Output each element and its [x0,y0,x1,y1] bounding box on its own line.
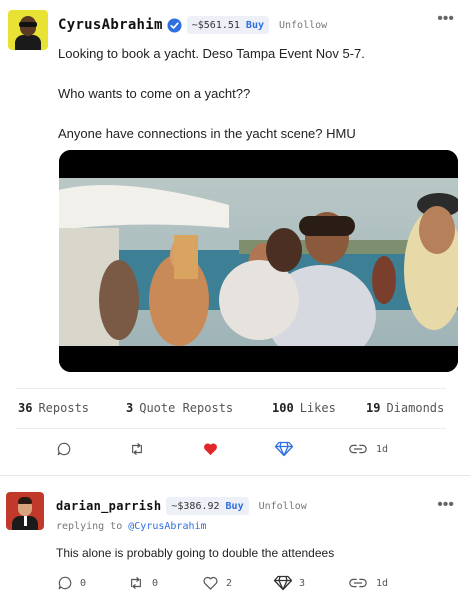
post-time: 1d [376,443,389,455]
more-icon[interactable]: ••• [437,497,454,513]
heart-icon [204,443,217,456]
avatar-shirt [15,35,41,50]
like-button[interactable] [203,442,218,456]
post-header: CyrusAbrahim ~$561.51 Buy Unfollow [58,15,327,35]
quote-reposts-label: Quote Reposts [139,401,234,415]
repost-icon [131,577,141,589]
coin-price-badge[interactable]: ~$561.51 Buy [186,16,269,34]
divider [16,388,446,389]
unfollow-button[interactable]: Unfollow [259,501,307,512]
likes-label: Likes [299,401,336,415]
more-icon[interactable]: ••• [437,11,454,27]
post-body-line: Anyone have connections in the yacht sce… [58,126,356,141]
username[interactable]: CyrusAbrahim [58,17,163,33]
share-button[interactable]: 1d [348,575,388,591]
diamond-button[interactable] [274,441,294,457]
avatar[interactable] [6,492,44,530]
video-frame-image [59,150,458,372]
share-button[interactable]: 1d [348,441,388,457]
quote-reposts-count: 3 [126,401,134,415]
coin-price: ~$386.92 [171,500,220,512]
diamonds-label: Diamonds [386,401,445,415]
diamonds-count: 19 [366,401,381,415]
reply-body: This alone is probably going to double t… [56,546,335,560]
reply-header: darian_parrish ~$386.92 Buy Unfollow [56,496,307,516]
like-count: 2 [226,577,233,589]
comment-icon [58,576,72,590]
unfollow-button[interactable]: Unfollow [279,20,327,31]
repost-count: 0 [152,577,159,589]
likes-count: 100 [272,401,294,415]
likes-stat[interactable]: 100 Likes [272,400,336,416]
reply-time: 1d [376,577,389,589]
repost-icon [132,443,142,455]
quote-reposts-stat[interactable]: 3 Quote Reposts [126,400,233,416]
avatar-shirt [24,516,27,526]
diamond-count: 3 [299,577,306,589]
reposts-label: Reposts [38,401,90,415]
reposts-count: 36 [18,401,33,415]
replying-to: replying to @CyrusAbrahim [56,521,207,532]
username[interactable]: darian_parrish [56,499,161,513]
link-icon [349,578,367,588]
replying-prefix: replying to [56,521,123,532]
reply-post: darian_parrish ~$386.92 Buy Unfollow •••… [0,484,470,602]
avatar[interactable] [8,10,48,50]
avatar-hair [18,497,32,504]
post-body-line: Who wants to come on a yacht?? [58,86,251,101]
diamond-icon [274,441,294,457]
like-button[interactable]: 2 [203,576,232,590]
repost-button[interactable]: 0 [128,576,158,590]
coin-price-badge[interactable]: ~$386.92 Buy [166,497,249,515]
diamond-button[interactable]: 3 [273,575,305,591]
heart-icon [203,576,218,590]
verified-icon [167,17,182,33]
video-player[interactable] [59,150,458,372]
comment-button[interactable] [57,442,71,456]
main-post: CyrusAbrahim ~$561.51 Buy Unfollow ••• L… [0,0,470,476]
post-body-line: Looking to book a yacht. Deso Tampa Even… [58,46,365,61]
diamonds-stat[interactable]: 19 Diamonds [366,400,444,416]
avatar-sunglasses [19,22,37,27]
comment-count: 0 [80,577,87,589]
mention-link[interactable]: @CyrusAbrahim [128,521,206,532]
buy-button[interactable]: Buy [246,20,264,31]
comment-icon [57,442,71,456]
divider [16,428,446,429]
diamond-icon [273,575,293,591]
repost-button[interactable] [129,442,145,456]
buy-button[interactable]: Buy [226,501,244,512]
coin-price: ~$561.51 [191,19,240,31]
reposts-stat[interactable]: 36 Reposts [18,400,89,416]
comment-button[interactable]: 0 [58,576,86,590]
link-icon [349,444,367,454]
